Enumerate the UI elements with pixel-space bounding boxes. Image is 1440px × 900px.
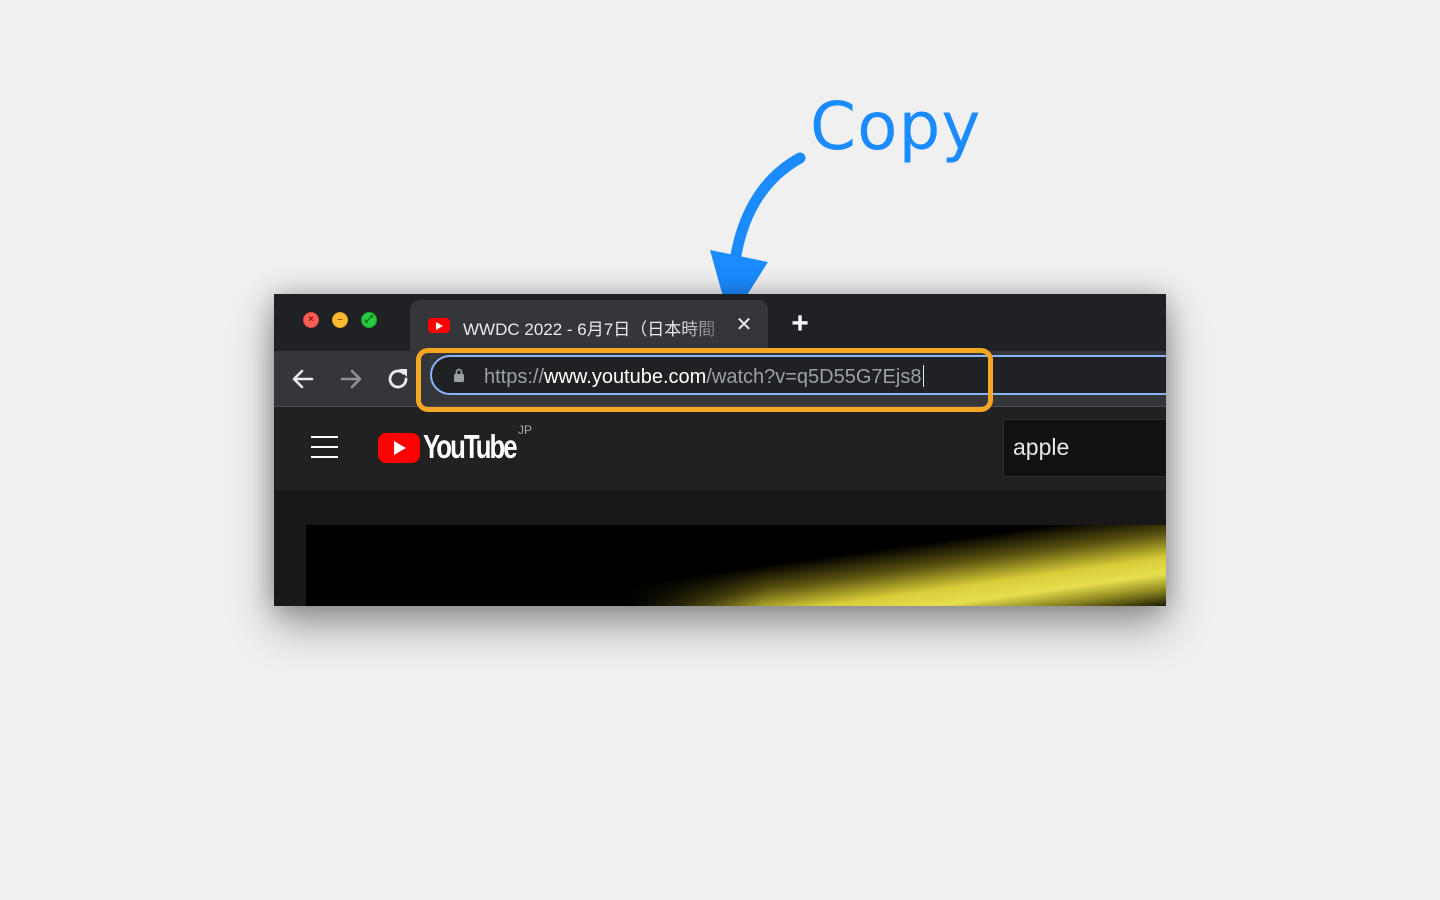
fullscreen-window-button[interactable]: ⤢: [361, 312, 377, 328]
reload-button[interactable]: [382, 363, 414, 395]
youtube-wordmark: YouTube: [423, 428, 518, 465]
tab-strip: × – ⤢ WWDC 2022 - 6月7日（日本時間 ✕ +: [274, 294, 1166, 351]
tab-title: WWDC 2022 - 6月7日（日本時間: [463, 320, 716, 337]
back-button[interactable]: [287, 363, 319, 395]
region-code: JP: [518, 423, 533, 437]
minimize-icon: –: [337, 314, 343, 325]
forward-button[interactable]: [335, 363, 367, 395]
url-text[interactable]: https://www.youtube.com/watch?v=q5D55G7E…: [484, 365, 925, 389]
close-window-button[interactable]: ×: [303, 312, 319, 328]
page-content: [274, 490, 1166, 606]
url-host: www.youtube.com: [544, 366, 707, 388]
url-path: /watch?v=q5D55G7Ejs8: [706, 366, 922, 388]
menu-icon[interactable]: [311, 436, 339, 458]
tab-youtube[interactable]: WWDC 2022 - 6月7日（日本時間 ✕: [410, 300, 768, 351]
youtube-play-icon: [378, 433, 420, 463]
close-icon: ×: [308, 314, 314, 325]
text-caret: [923, 365, 925, 387]
lock-icon: [454, 368, 464, 382]
youtube-favicon-icon: [428, 318, 450, 333]
youtube-logo[interactable]: YouTube JP: [378, 423, 548, 471]
url-scheme: https://: [484, 366, 545, 388]
video-player[interactable]: [306, 525, 1166, 606]
copy-annotation-label: Copy: [810, 88, 982, 165]
arrow-left-icon: [292, 369, 314, 389]
search-input[interactable]: apple: [1003, 419, 1166, 477]
fullscreen-icon: ⤢: [365, 314, 373, 325]
minimize-window-button[interactable]: –: [332, 312, 348, 328]
tab-close-icon[interactable]: ✕: [733, 313, 755, 337]
youtube-header: YouTube JP apple: [274, 407, 1166, 490]
browser-window: × – ⤢ WWDC 2022 - 6月7日（日本時間 ✕ + https://…: [274, 294, 1166, 606]
new-tab-button[interactable]: +: [786, 309, 814, 339]
reload-icon: [388, 369, 408, 389]
browser-toolbar: https://www.youtube.com/watch?v=q5D55G7E…: [274, 351, 1166, 407]
arrow-right-icon: [340, 369, 362, 389]
address-bar[interactable]: https://www.youtube.com/watch?v=q5D55G7E…: [430, 355, 1166, 395]
